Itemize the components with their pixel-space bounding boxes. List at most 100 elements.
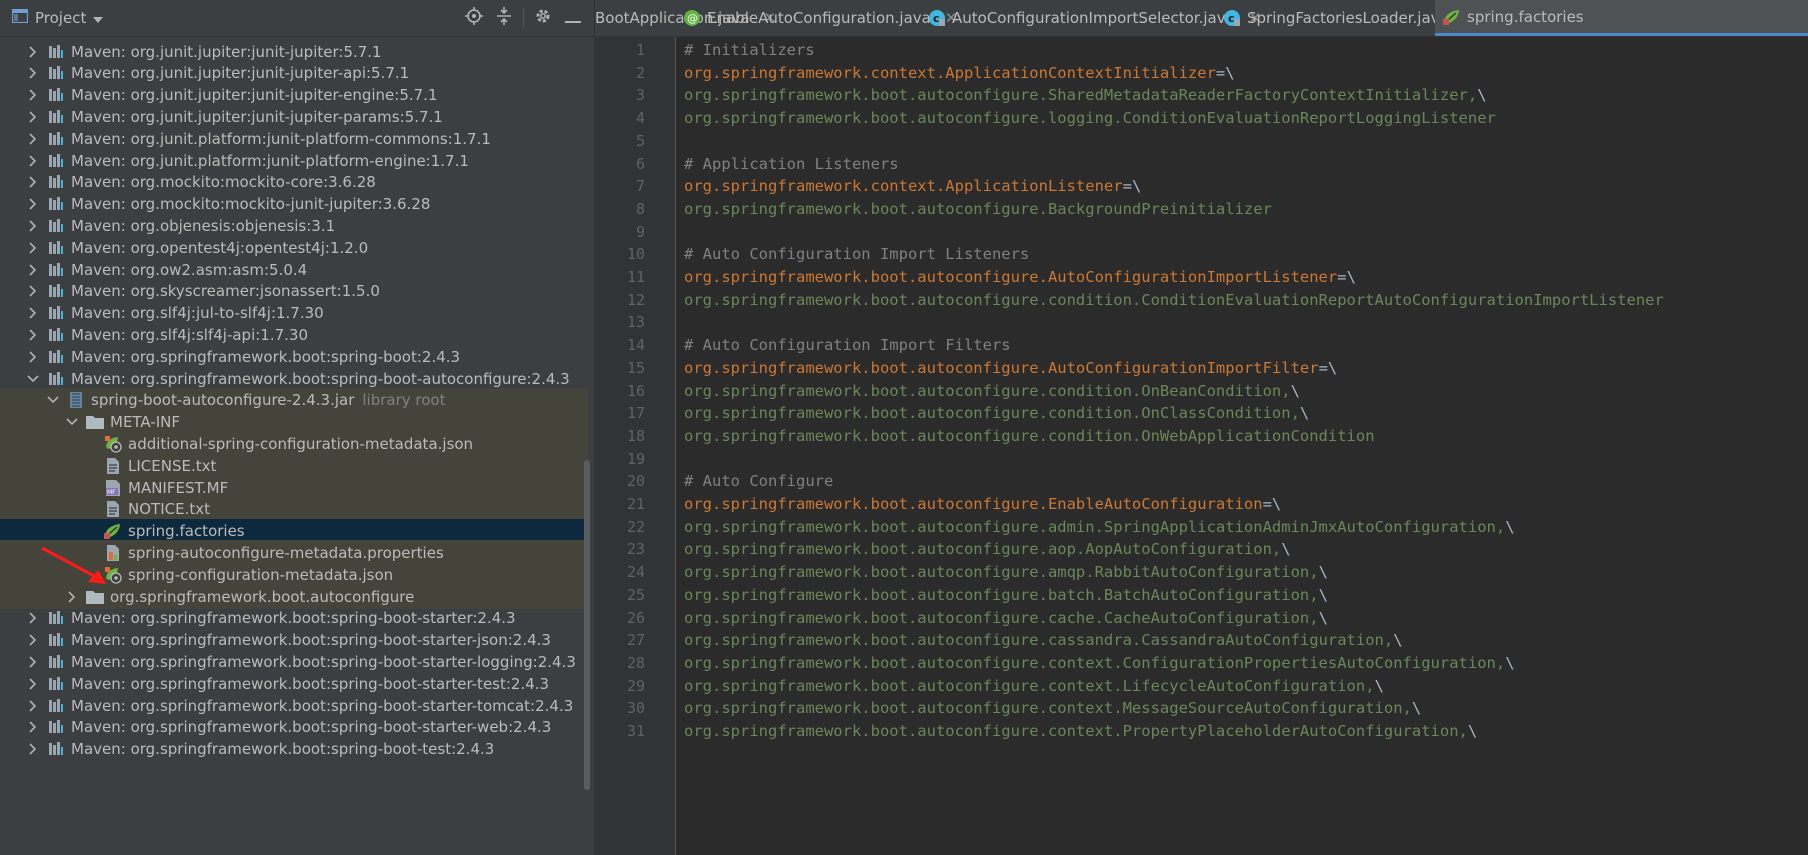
chevron-right-icon[interactable] <box>27 612 39 624</box>
library-icon <box>47 173 65 191</box>
chevron-down-icon[interactable] <box>47 394 59 406</box>
tree-item-label: META-INF <box>110 413 181 432</box>
chevron-right-icon[interactable] <box>27 678 39 690</box>
chevron-right-icon[interactable] <box>27 242 39 254</box>
property-value: org.springframework.boot.autoconfigure.c… <box>684 381 1291 400</box>
line-continuation: =\ <box>1262 495 1282 513</box>
jar-icon <box>67 391 85 409</box>
library-icon <box>47 239 65 257</box>
tree-item-label: MANIFEST.MF <box>128 478 229 497</box>
library-icon <box>47 370 65 388</box>
line-number-gutter: 1 2 3 4 5 6 7 8 9 10 11 12 13 14 15 16 17 18 19 20 21 22 23 24 2… <box>595 37 676 855</box>
chevron-right-icon[interactable] <box>27 67 39 79</box>
tree-item-label: Maven: org.objenesis:objenesis:3.1 <box>71 216 336 235</box>
chevron-down-icon[interactable] <box>66 416 78 428</box>
line-continuation: =\ <box>1337 268 1356 286</box>
library-icon <box>47 43 65 61</box>
tree-item-label: spring-configuration-metadata.json <box>128 565 394 584</box>
tree-item-label: Maven: org.skyscreamer:jsonassert:1.5.0 <box>71 282 380 301</box>
chevron-right-icon[interactable] <box>27 263 39 276</box>
tree-item[interactable]: Maven: org.springframework.boot:spring-b… <box>0 737 588 762</box>
editor-tab[interactable]: @ EnableAutoConfiguration.java ✕ <box>675 0 957 36</box>
toolbar-separator <box>523 8 524 28</box>
tree-item-label: Maven: org.springframework.boot:spring-b… <box>71 369 570 388</box>
code-comment: # Application Listeners <box>684 154 899 173</box>
editor-tab[interactable]: cSpringFactoriesLoader.java✕ <box>1215 0 1475 36</box>
chevron-right-icon[interactable] <box>27 154 39 167</box>
tree-item-label: Maven: org.junit.jupiter:junit-jupiter-p… <box>71 107 443 126</box>
library-icon <box>47 152 65 170</box>
editor-tab[interactable]: spring.factories <box>1435 0 1808 36</box>
library-icon <box>47 86 65 104</box>
property-value: org.springframework.boot.autoconfigure.c… <box>684 404 1300 423</box>
editor-tab[interactable]: c AutoConfigurationImportSelector.java ✕ <box>920 0 1261 36</box>
folder-icon <box>86 588 104 606</box>
library-icon <box>47 740 65 758</box>
locate-file-button[interactable] <box>459 6 489 30</box>
chevron-right-icon[interactable] <box>27 699 39 712</box>
editor-tab-label: EnableAutoConfiguration.java <box>707 9 931 27</box>
line-number: 31 <box>626 722 645 740</box>
property-key: org.springframework.boot.autoconfigure.E… <box>684 495 1263 513</box>
collapse-all-button[interactable] <box>489 6 519 30</box>
chevron-right-icon[interactable] <box>27 133 39 145</box>
chevron-right-icon[interactable] <box>27 307 39 319</box>
property-key: org.springframework.context.ApplicationL… <box>684 177 1123 196</box>
line-continuation: \ <box>1411 699 1422 718</box>
chevron-right-icon[interactable] <box>27 176 39 188</box>
chevron-right-icon[interactable] <box>27 329 39 341</box>
library-root-tag: library root <box>362 391 446 410</box>
chevron-right-icon[interactable] <box>27 220 39 232</box>
code-line: org.springframework.boot.autoconfigure.l… <box>684 105 1496 131</box>
chevron-right-icon[interactable] <box>27 45 39 58</box>
line-continuation: \ <box>1281 540 1291 559</box>
chevron-right-icon[interactable] <box>27 721 39 733</box>
library-icon <box>47 195 65 213</box>
property-value: org.springframework.boot.autoconfigure.c… <box>684 653 1506 672</box>
chevron-right-icon[interactable] <box>27 89 39 101</box>
library-icon <box>47 631 65 649</box>
line-continuation: \ <box>1299 404 1310 423</box>
library-icon <box>47 718 65 736</box>
chevron-down-icon[interactable] <box>27 373 39 385</box>
chevron-right-icon[interactable] <box>27 743 39 755</box>
project-view-selector[interactable]: Project <box>11 8 104 28</box>
property-value: org.springframework.boot.autoconfigure.c… <box>684 608 1319 627</box>
library-icon <box>47 609 65 627</box>
chevron-right-icon[interactable] <box>66 590 78 603</box>
editor-tab-label: spring.factories <box>1467 7 1584 26</box>
tree-scrollbar[interactable] <box>584 460 590 790</box>
settings-button[interactable] <box>528 6 558 30</box>
chevron-right-icon[interactable] <box>27 111 39 123</box>
line-continuation: \ <box>1374 676 1384 695</box>
collapse-icon <box>496 7 512 29</box>
editor-tab[interactable]: BootApplication.java ✕ <box>595 0 776 36</box>
project-panel-header: Project <box>0 0 594 37</box>
library-icon <box>47 348 65 366</box>
class-icon: c <box>1223 9 1241 27</box>
chevron-right-icon[interactable] <box>27 285 39 297</box>
property-value: org.springframework.boot.autoconfigure.c… <box>684 290 1664 309</box>
hide-panel-button[interactable] <box>558 6 588 30</box>
chevron-right-icon[interactable] <box>27 351 39 363</box>
property-value: org.springframework.boot.autoconfigure.a… <box>684 540 1282 559</box>
editor-tab-label: SpringFactoriesLoader.java <box>1247 9 1449 27</box>
line-continuation: \ <box>1318 563 1328 582</box>
property-value: org.springframework.boot.autoconfigure.c… <box>684 676 1375 695</box>
tree-item-label: Maven: org.springframework.boot:spring-b… <box>71 718 552 737</box>
code-line: org.springframework.boot.autoconfigure.c… <box>684 423 1375 449</box>
chevron-right-icon[interactable] <box>27 634 39 646</box>
crosshair-icon <box>465 7 483 29</box>
svg-text:c: c <box>1228 12 1235 25</box>
code-editor[interactable]: # Initializers org.springframework.contex… <box>684 37 1808 855</box>
chevron-right-icon[interactable] <box>27 656 39 668</box>
tree-item-label: Maven: org.springframework.boot:spring-b… <box>71 631 551 650</box>
property-key: org.springframework.context.ApplicationC… <box>684 63 1216 82</box>
tree-item-label: spring-autoconfigure-metadata.properties <box>128 543 444 562</box>
property-value: org.springframework.boot.autoconfigure.S… <box>684 86 1478 105</box>
project-window-icon <box>11 8 29 27</box>
class-icon: c <box>928 9 946 27</box>
chevron-right-icon[interactable] <box>27 198 39 210</box>
code-line: org.springframework.boot.autoconfigure.B… <box>684 196 1272 222</box>
library-icon <box>47 261 65 279</box>
